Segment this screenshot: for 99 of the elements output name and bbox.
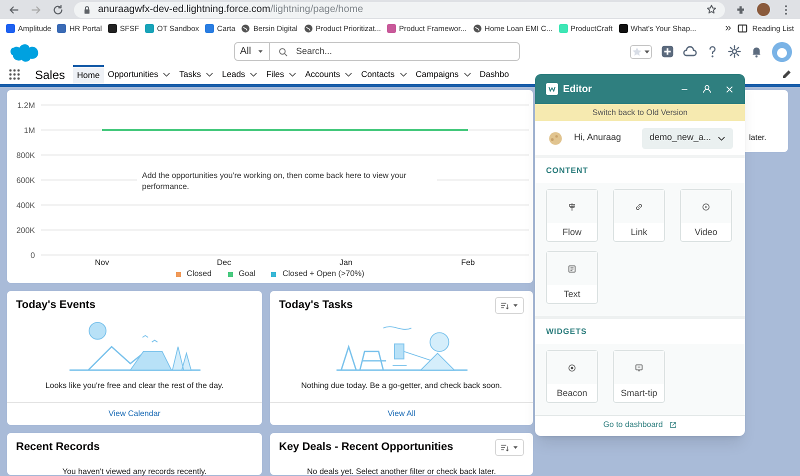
play-icon <box>701 202 711 212</box>
sort-icon <box>500 443 509 452</box>
nav-tab[interactable]: Contacts <box>357 65 412 84</box>
close-icon[interactable] <box>725 84 734 94</box>
axis-tick-label: 1M <box>24 126 35 135</box>
content-tile[interactable]: Text <box>546 251 598 304</box>
nav-tab[interactable]: Leads <box>218 65 262 84</box>
legend-label: Goal <box>238 268 256 280</box>
avatar-icon <box>547 130 564 146</box>
search-field[interactable]: Search... <box>270 42 520 61</box>
greeting-text: Hi, Anuraag <box>574 131 622 144</box>
filter-button[interactable] <box>495 439 524 456</box>
card-message: later. <box>749 132 766 144</box>
address-bar[interactable]: anuraagwfx-dev-ed.lightning.force.com/lightning/page/home <box>74 2 725 18</box>
chevron-icon <box>344 70 354 79</box>
notifications-icon[interactable] <box>750 45 763 58</box>
legend-item: Closed <box>176 268 212 280</box>
card-footer-link[interactable]: View All <box>388 408 416 420</box>
card-title: Recent Records <box>16 440 100 455</box>
star-icon[interactable] <box>706 4 717 15</box>
search-input[interactable]: Search... <box>296 44 496 58</box>
search-scope-dropdown[interactable]: All <box>234 42 270 61</box>
card-title: Today's Tasks <box>279 298 353 313</box>
more-bookmarks[interactable]: » <box>725 20 732 37</box>
book-icon <box>737 23 748 34</box>
axis-tick-label: Feb <box>461 258 475 267</box>
axis-tick-label: 600K <box>16 176 35 185</box>
sort-icon <box>500 301 509 310</box>
lock-icon <box>82 4 92 14</box>
nav-tab[interactable]: Opportunities <box>104 65 176 84</box>
user-icon[interactable] <box>702 84 712 94</box>
axis-tick-label: 400K <box>16 201 35 210</box>
chevron-icon <box>162 70 172 79</box>
content-tile[interactable]: Beacon <box>546 350 598 403</box>
nav-tab[interactable]: Campaigns <box>412 65 476 84</box>
axis-tick-label: 200K <box>16 226 35 235</box>
empty-state-message: No deals yet. Select another filter or check back later. <box>306 466 497 476</box>
signpost-icon <box>567 202 577 212</box>
settings-icon[interactable] <box>728 45 741 58</box>
cloud-icon[interactable] <box>683 44 697 58</box>
link-icon <box>634 202 644 212</box>
chevron-icon <box>205 70 214 79</box>
nav-tab[interactable]: Dashbo <box>476 65 513 84</box>
app-launcher-icon[interactable] <box>8 68 21 81</box>
axis-tick-label: 800K <box>16 151 35 160</box>
globe-icon <box>472 24 482 33</box>
empty-state-message: Nothing due today. Be a go-getter, and check back soon. <box>300 380 503 392</box>
card-title: Today's Events <box>16 298 96 313</box>
back-icon[interactable] <box>8 4 20 16</box>
nav-tab[interactable]: Accounts <box>301 65 358 84</box>
axis-tick-label: Nov <box>94 258 110 267</box>
avatar-icon[interactable] <box>757 3 770 16</box>
content-tile[interactable]: Smart-tip <box>613 350 665 403</box>
card-footer-link[interactable]: View Calendar <box>108 408 160 420</box>
app-name: Sales <box>35 66 66 84</box>
nav-tab[interactable]: Files <box>262 65 302 84</box>
content-tile[interactable]: Link <box>613 189 665 242</box>
section-heading: WIDGETS <box>546 326 587 338</box>
legend-item: Closed + Open (>70%) <box>271 268 364 280</box>
nav-tab[interactable]: Tasks <box>175 65 218 84</box>
plus-icon[interactable] <box>661 45 674 58</box>
axis-tick-label: Dec <box>216 258 232 267</box>
axis-tick-label: 0 <box>30 251 35 260</box>
content-tile[interactable]: Video <box>680 189 732 242</box>
empty-state-message: Looks like you're free and clear the rest of the day. <box>44 380 225 392</box>
document-icon <box>567 264 577 274</box>
caret-icon <box>643 48 651 56</box>
tooltip-icon <box>634 362 644 372</box>
axis-tick-label: Jan <box>340 258 352 267</box>
chevron-icon <box>288 70 298 79</box>
globe-icon <box>304 24 313 33</box>
card-title: Key Deals - Recent Opportunities <box>279 440 454 455</box>
filter-button[interactable] <box>495 297 524 314</box>
favorites-button[interactable] <box>630 44 652 58</box>
caret-icon <box>512 444 519 451</box>
chevron-icon <box>462 70 472 79</box>
section-heading: CONTENT <box>546 164 588 176</box>
legend-item: Goal <box>228 268 256 280</box>
workspace-dropdown[interactable]: demo_new_a... <box>642 128 733 148</box>
external-link-icon <box>668 421 677 429</box>
dashboard-link[interactable]: Go to dashboard <box>603 419 677 431</box>
reload-icon[interactable] <box>52 4 64 16</box>
globe-icon <box>241 24 250 33</box>
extensions-icon[interactable] <box>735 4 747 16</box>
caret-icon <box>512 302 519 309</box>
axis-tick-label: 1.2M <box>17 101 35 110</box>
chevron-icon <box>249 70 258 79</box>
target-icon <box>567 362 577 372</box>
panel-title: Editor <box>563 82 592 96</box>
empty-state-message: You haven't viewed any records recently. <box>61 466 208 476</box>
star-icon <box>631 46 643 58</box>
url-text: anuraagwfx-dev-ed.lightning.force.com/lightning/page/home <box>98 3 364 17</box>
edit-icon[interactable] <box>781 69 792 80</box>
content-tile[interactable]: Flow <box>546 189 598 242</box>
nav-tab[interactable]: Home <box>73 65 104 84</box>
chevron-icon <box>398 70 408 79</box>
caret-icon <box>257 48 264 55</box>
search-icon <box>278 46 288 56</box>
legend-label: Closed <box>186 268 212 280</box>
